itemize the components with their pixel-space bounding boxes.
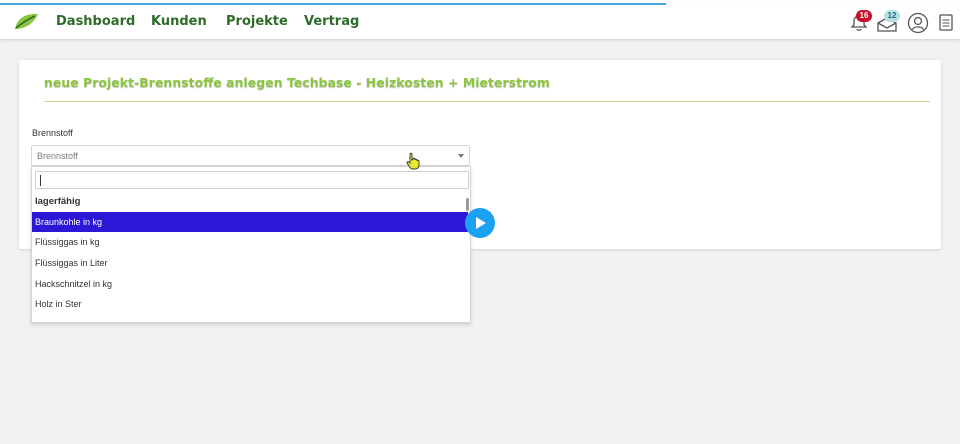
title-divider [44, 101, 930, 102]
text-cursor [40, 175, 41, 186]
nav-kunden[interactable]: Kunden [151, 14, 207, 29]
play-icon [476, 217, 486, 229]
notifications-badge: 16 [856, 10, 872, 22]
user-icon [907, 12, 929, 34]
notifications-button[interactable]: 16 [848, 10, 874, 34]
brennstoff-label: Brennstoff [32, 128, 73, 138]
messages-badge: 12 [884, 10, 900, 22]
option-fluessiggas-kg[interactable]: Flüssiggas in kg [32, 232, 468, 252]
dropdown-scrollbar[interactable] [466, 198, 469, 211]
select-placeholder: Brennstoff [37, 151, 78, 161]
option-fluessiggas-liter[interactable]: Flüssiggas in Liter [32, 253, 468, 273]
messages-button[interactable]: 12 [876, 10, 902, 34]
leaf-logo-icon[interactable] [12, 11, 40, 33]
top-navbar: Dashboard Kunden Projekte Vertrag 16 12 [0, 5, 960, 40]
hand-pointer-icon [406, 152, 420, 170]
option-group-label: lagerfähig [35, 196, 81, 207]
nav-projekte[interactable]: Projekte [226, 14, 288, 29]
option-hackschnitzel[interactable]: Hackschnitzel in kg [32, 274, 468, 294]
documents-button[interactable] [938, 12, 954, 34]
page-title: neue Projekt-Brennstoffe anlegen Techbas… [44, 75, 550, 90]
option-holz-ster[interactable]: Holz in Ster [32, 294, 468, 314]
nav-vertrag[interactable]: Vertrag [304, 14, 359, 29]
document-icon [939, 14, 953, 31]
nav-dashboard[interactable]: Dashboard [56, 14, 135, 29]
play-button[interactable] [465, 208, 495, 238]
option-braunkohle[interactable]: Braunkohle in kg [32, 212, 468, 232]
profile-button[interactable] [907, 12, 929, 34]
dropdown-search-input[interactable] [35, 171, 469, 189]
brennstoff-dropdown: lagerfähig Braunkohle in kg Flüssiggas i… [31, 166, 471, 323]
chevron-down-icon [458, 154, 464, 158]
